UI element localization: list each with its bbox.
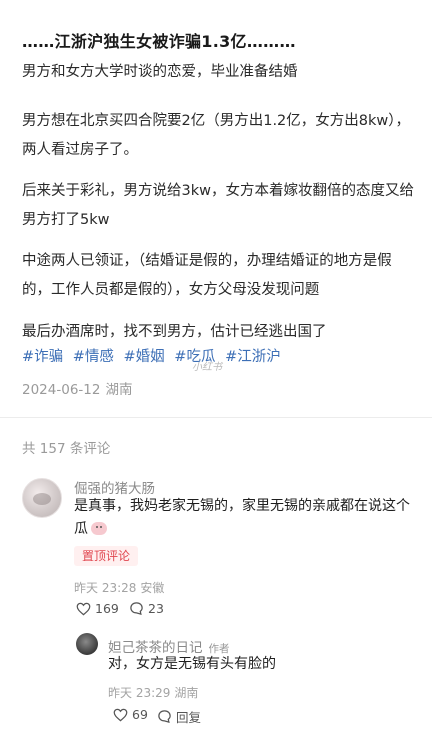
comment-text: 对，女方是无锡有头有脸的 [108,656,276,672]
like-button[interactable]: 69 [113,707,148,722]
tag-link[interactable]: #江浙沪 [225,349,281,365]
post-paragraph-1: 男方和女方大学时谈的恋爱，毕业准备结婚 [22,64,298,80]
comment-time: 昨天 23:28 安徽 [74,581,165,595]
user-avatar-icon[interactable] [22,478,62,518]
comment-bubble-icon [158,710,171,724]
comment-time: 昨天 23:29 湖南 [108,686,199,700]
comment-username[interactable]: 倔强的猪大肠 [74,477,155,497]
divider [0,417,432,418]
cat-emoji-icon [91,522,107,535]
post-title: ……江浙沪独生女被诈骗1.3亿……… [22,32,296,51]
reply-button[interactable]: 回复 [157,707,201,726]
user-avatar-icon[interactable] [76,633,98,655]
heart-icon [113,708,128,721]
reply-count-button[interactable]: 23 [129,601,164,616]
reply-count: 23 [148,601,164,616]
post-paragraph-2: 男方想在北京买四合院要2亿（男方出1.2亿，女方出8kw），两人看过房子了。 [22,113,411,158]
like-count: 69 [132,707,148,722]
comment-bubble-icon [130,602,143,616]
post-paragraph-4: 中途两人已领证，（结婚证是假的，办理结婚证的地方是假的，工作人员都是假的），女方… [22,253,392,298]
watermark: 小红书 [192,362,222,373]
comment-count: 共 157 条评论 [22,441,111,457]
post-location: 湖南 [105,382,133,398]
tag-link[interactable]: #诈骗 [22,349,63,365]
post-paragraph-3: 后来关于彩礼，男方说给3kw，女方本着嫁妆翻倍的态度又给男方打了5kw [22,183,414,228]
post-date: 2024-06-12 [22,382,101,398]
post-paragraph-5: 最后办酒席时，找不到男方，估计已经逃出国了 [22,324,327,340]
tag-link[interactable]: #情感 [73,349,114,365]
like-count: 169 [95,601,119,616]
comment-text: 是真事，我妈老家无锡的，家里无锡的亲戚都在说这个瓜 [74,498,410,537]
tag-link[interactable]: #婚姻 [124,349,165,365]
post-meta: 2024-06-12 湖南 [22,378,132,398]
heart-icon [76,602,91,615]
reply-label: 回复 [176,710,202,725]
like-button[interactable]: 169 [76,601,119,616]
pinned-badge: 置顶评论 [74,546,138,566]
